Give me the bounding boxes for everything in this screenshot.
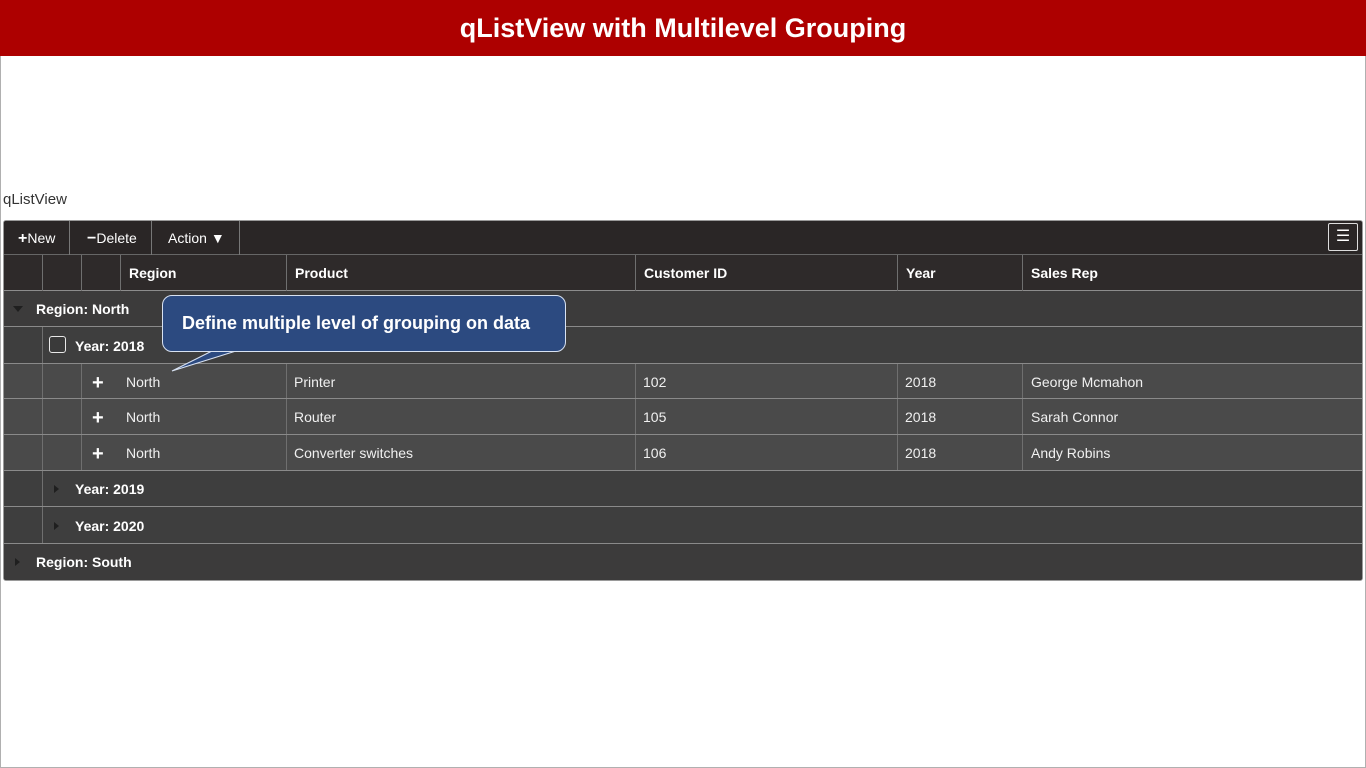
column-header-row: Region Product Customer ID Year Sales Re…: [4, 255, 1362, 291]
group-checkbox[interactable]: [49, 336, 66, 353]
cell-customer-id: 102: [643, 374, 667, 390]
cell-sales-rep: Andy Robins: [1031, 445, 1111, 461]
cell-region: North: [126, 445, 161, 461]
header-spacer-1: [42, 255, 81, 291]
cell-region: North: [126, 409, 161, 425]
column-header-year[interactable]: Year: [897, 255, 1022, 291]
indent-cell: [81, 399, 82, 434]
table-row[interactable]: + North Router 105 2018 Sarah Connor: [4, 399, 1362, 435]
group-label: Year: 2019: [75, 481, 145, 497]
indent-cell: [42, 327, 43, 363]
minus-icon: −: [87, 230, 97, 247]
table-row[interactable]: + North Converter switches 106 2018 Andy…: [4, 435, 1362, 471]
widget-label: qListView: [3, 191, 67, 208]
header-spacer-2: [81, 255, 120, 291]
new-label: New: [27, 230, 56, 246]
collapse-arrow-icon[interactable]: [13, 306, 23, 312]
cell-divider: [897, 435, 898, 470]
cell-divider: [286, 399, 287, 434]
cell-divider: [286, 364, 287, 398]
table-row[interactable]: + North Printer 102 2018 George Mcmahon: [4, 364, 1362, 399]
indent-cell: [42, 507, 43, 543]
group-label: Year: 2018: [75, 338, 145, 354]
expand-arrow-icon[interactable]: [54, 522, 59, 530]
cell-sales-rep: George Mcmahon: [1031, 374, 1144, 390]
cell-sales-rep: Sarah Connor: [1031, 409, 1119, 425]
indent-cell: [42, 399, 43, 434]
expand-plus-icon[interactable]: +: [92, 444, 104, 464]
indent-cell: [42, 364, 43, 398]
column-header-customer-id[interactable]: Customer ID: [635, 255, 897, 291]
expand-plus-icon[interactable]: +: [92, 373, 104, 393]
cell-divider: [897, 399, 898, 434]
cell-product: Router: [294, 409, 337, 425]
cell-divider: [1022, 399, 1023, 434]
banner-title: qListView with Multilevel Grouping: [0, 0, 1366, 56]
cell-divider: [286, 435, 287, 470]
action-button[interactable]: Action ▼: [154, 221, 240, 255]
group-row-region-south[interactable]: Region: South: [4, 544, 1362, 580]
tooltip-callout: Define multiple level of grouping on dat…: [162, 295, 566, 352]
list-view-grid: +New −Delete Action ▼ ☰ Region Product C…: [3, 220, 1363, 581]
cell-product: Converter switches: [294, 445, 414, 461]
caret-down-icon: ▼: [210, 230, 225, 246]
indent-cell: [42, 435, 43, 470]
expand-plus-icon[interactable]: +: [92, 408, 104, 428]
new-button[interactable]: +New: [4, 221, 71, 255]
group-row-year-2019[interactable]: Year: 2019: [4, 471, 1362, 507]
cell-divider: [635, 399, 636, 434]
indent-cell: [42, 471, 43, 506]
toolbar: +New −Delete Action ▼ ☰: [4, 221, 1362, 255]
group-label: Region: South: [36, 554, 132, 570]
cell-divider: [897, 364, 898, 398]
group-row-year-2020[interactable]: Year: 2020: [4, 507, 1362, 544]
delete-button[interactable]: −Delete: [73, 221, 152, 255]
cell-divider: [1022, 364, 1023, 398]
cell-year: 2018: [905, 409, 937, 425]
indent-cell: [81, 435, 82, 470]
action-label: Action: [168, 230, 207, 246]
cell-region: North: [126, 374, 161, 390]
indent-cell: [81, 364, 82, 398]
cell-divider: [635, 364, 636, 398]
cell-divider: [635, 435, 636, 470]
column-header-sales-rep[interactable]: Sales Rep: [1022, 255, 1362, 291]
delete-label: Delete: [96, 230, 137, 246]
cell-year: 2018: [905, 445, 937, 461]
column-header-region[interactable]: Region: [120, 255, 286, 291]
column-header-product[interactable]: Product: [286, 255, 635, 291]
plus-icon: +: [18, 230, 28, 247]
group-label: Region: North: [36, 301, 130, 317]
cell-customer-id: 106: [643, 445, 667, 461]
cell-year: 2018: [905, 374, 937, 390]
cell-customer-id: 105: [643, 409, 667, 425]
group-label: Year: 2020: [75, 518, 145, 534]
expand-arrow-icon[interactable]: [54, 485, 59, 493]
hamburger-menu-icon[interactable]: ☰: [1328, 223, 1358, 251]
cell-product: Printer: [294, 374, 336, 390]
cell-divider: [1022, 435, 1023, 470]
expand-arrow-icon[interactable]: [15, 558, 20, 566]
